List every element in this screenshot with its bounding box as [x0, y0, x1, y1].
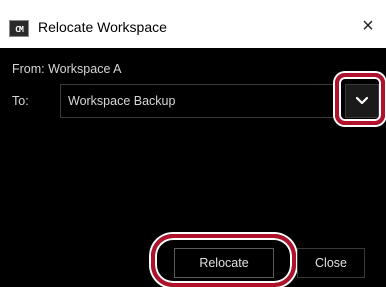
app-icon: CM: [9, 20, 29, 37]
close-icon[interactable]: ×: [356, 14, 380, 38]
close-button[interactable]: Close: [297, 248, 365, 278]
relocate-workspace-dialog: CM Relocate Workspace × From: Workspace …: [0, 0, 386, 287]
destination-workspace-select[interactable]: Workspace Backup: [60, 84, 340, 118]
window-title: Relocate Workspace: [38, 19, 167, 35]
destination-workspace-value: Workspace Backup: [68, 94, 176, 108]
from-label: From: Workspace A: [12, 62, 122, 76]
relocate-highlight-ring: [151, 234, 296, 287]
dropdown-highlight-ring: [335, 73, 385, 125]
title-bar: CM Relocate Workspace ×: [0, 0, 386, 48]
to-label: To:: [12, 94, 29, 108]
